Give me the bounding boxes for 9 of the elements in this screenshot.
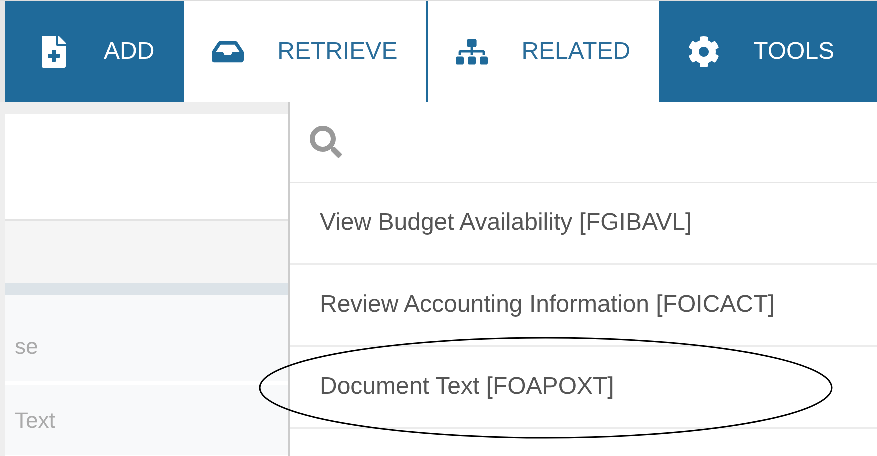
toolbar-button[interactable]: RETRIEVE xyxy=(182,1,427,102)
search-icon[interactable] xyxy=(310,126,342,158)
toolbar-button[interactable]: RELATED xyxy=(426,1,660,102)
gear-icon xyxy=(688,36,720,68)
menu-label: Text xyxy=(14,406,56,434)
menu-item[interactable]: View Budget Availability [FGIBAVL] xyxy=(290,183,877,265)
menu-label: se xyxy=(14,332,38,360)
menu-item[interactable]: Document Text [FOAPOXT] xyxy=(290,347,877,429)
menu-item[interactable]: Review Accounting Information [FOICACT] xyxy=(290,265,877,347)
